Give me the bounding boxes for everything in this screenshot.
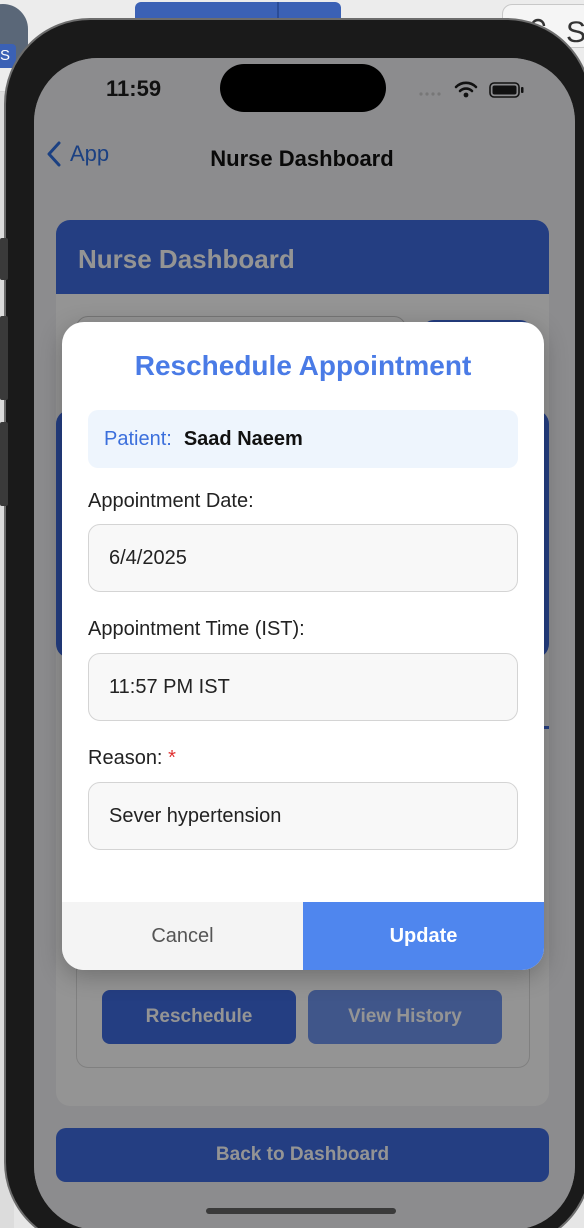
wifi-icon (454, 81, 478, 98)
patient-label: Patient: (104, 427, 172, 450)
signal-dots-icon (419, 92, 441, 96)
required-indicator: * (168, 747, 176, 769)
status-time: 11:59 (106, 76, 162, 101)
patient-name: Saad Naeem (183, 427, 303, 450)
phone-frame: 11:59 App Nurse Dashboard Nurse Dashboar… (0, 18, 584, 1228)
reason-label-row: Reason: * (88, 747, 176, 770)
phone-mute-switch (0, 238, 8, 280)
date-label: Appointment Date: (88, 490, 254, 512)
home-indicator[interactable] (206, 1208, 396, 1214)
update-button[interactable]: Update (303, 902, 544, 970)
modal-title: Reschedule Appointment (134, 350, 472, 381)
cancel-button[interactable]: Cancel (62, 902, 303, 970)
patient-info-box: Patient: Saad Naeem (88, 410, 518, 468)
phone-volume-up (0, 316, 8, 400)
reason-input[interactable] (88, 782, 518, 850)
reason-label: Reason: (88, 747, 163, 769)
phone-volume-down (0, 422, 8, 506)
time-label: Appointment Time (IST): (88, 618, 305, 640)
battery-icon (489, 82, 524, 98)
phone-screen: 11:59 App Nurse Dashboard Nurse Dashboar… (34, 58, 575, 1228)
time-input[interactable] (88, 653, 518, 721)
date-input[interactable] (88, 524, 518, 592)
dynamic-island (220, 64, 386, 112)
reschedule-modal: Reschedule Appointment Patient: Saad Nae… (62, 322, 544, 970)
